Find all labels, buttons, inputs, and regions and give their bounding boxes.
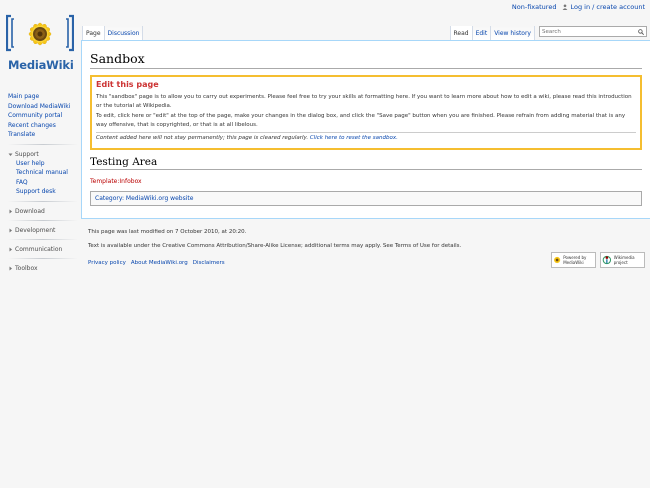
portal-download-label: Download [15,207,45,215]
notice-text: Content added here will not stay permane… [96,135,309,141]
main-content: Sandbox Edit this page This "sandbox" pa… [81,40,650,219]
login-link[interactable]: Log in / create account [562,3,645,11]
template-link[interactable]: Template:Infobox [90,178,642,185]
page-title: Sandbox [90,51,642,69]
portal-development-label: Development [15,226,56,234]
sidebar-navigation: Main page Download MediaWiki Community p… [8,92,78,140]
box-paragraph-2: To edit, click here or "edit" at the top… [96,113,626,128]
sidebar: Main page Download MediaWiki Community p… [8,92,78,273]
user-icon [563,4,568,10]
about-link[interactable]: About MediaWiki.org [131,260,188,266]
powered-by-mediawiki-badge[interactable]: Powered by MediaWiki [551,252,596,268]
tab-edit[interactable]: Edit [472,26,492,40]
box-notice: Content added here will not stay permane… [96,132,636,143]
view-tabs: Read Edit View history [449,26,535,40]
disclaimers-link[interactable]: Disclaimers [193,260,225,266]
tab-view-history[interactable]: View history [491,26,535,40]
portal-development-toggle[interactable]: Development [8,226,78,235]
portal-toolbox: Toolbox [8,264,78,273]
sidebar-divider [8,200,78,202]
notifications-link[interactable]: Non-fixatured [512,3,557,11]
sidebar-item-faq[interactable]: FAQ [8,178,78,188]
box-paragraph-1: This "sandbox" page is to allow you to c… [96,94,632,109]
portal-support-label: Support [15,150,39,158]
sidebar-item-translate[interactable]: Translate [8,130,78,140]
sidebar-item-user-help[interactable]: User help [8,159,78,169]
chevron-right-icon [9,247,12,251]
footer-license: Text is available under the Creative Com… [88,243,462,249]
wikimedia-project-badge[interactable]: Wikimedia project [600,252,645,268]
badge-1-label: Powered by MediaWiki [563,255,587,265]
sidebar-divider [8,257,78,259]
sidebar-divider [8,238,78,240]
search-icon[interactable] [638,29,644,35]
chevron-right-icon [9,266,12,270]
sidebar-item-community[interactable]: Community portal [8,111,78,121]
search-input[interactable] [540,27,632,36]
footer-last-modified: This page was last modified on 7 October… [88,229,247,235]
tab-page[interactable]: Page [82,26,105,40]
sidebar-item-download[interactable]: Download MediaWiki [8,102,78,112]
personal-tools: Non-fixatured Log in / create account [512,3,645,11]
badge-2-label: Wikimedia project [613,255,635,265]
sidebar-item-support-desk[interactable]: Support desk [8,187,78,197]
sunflower-icon [5,14,75,52]
portal-support: Support User help Technical manual FAQ S… [8,150,78,197]
chevron-right-icon [9,209,12,213]
portal-toolbox-toggle[interactable]: Toolbox [8,264,78,273]
portal-communication-label: Communication [15,245,63,253]
chevron-down-icon [8,153,13,156]
category-link[interactable]: Category: MediaWiki.org website [95,195,193,202]
portal-development: Development [8,226,78,235]
site-logo[interactable]: MediaWiki [5,10,75,72]
portal-download: Download [8,207,78,216]
portal-support-toggle[interactable]: Support [8,150,78,159]
box-heading: Edit this page [96,80,159,89]
sidebar-item-technical-manual[interactable]: Technical manual [8,168,78,178]
tab-read[interactable]: Read [449,26,473,40]
reset-sandbox-link[interactable]: Click here to reset the sandbox. [310,135,398,141]
sidebar-item-recent-changes[interactable]: Recent changes [8,121,78,131]
portal-download-toggle[interactable]: Download [8,207,78,216]
mediawiki-icon [554,256,561,264]
footer-icons: Powered by MediaWiki Wikimedia project [551,252,645,268]
search-box [539,26,647,37]
portal-communication: Communication [8,245,78,254]
sandbox-notice-box: Edit this page This "sandbox" page is to… [90,75,642,150]
section-heading: Testing Area [90,156,642,170]
wikimedia-icon [602,255,612,265]
sidebar-divider [8,219,78,221]
sidebar-item-main-page[interactable]: Main page [8,92,78,102]
login-label: Log in / create account [570,3,645,11]
privacy-policy-link[interactable]: Privacy policy [88,260,126,266]
namespace-tabs: Page Discussion [82,26,144,40]
tab-discussion[interactable]: Discussion [104,26,144,40]
chevron-right-icon [9,228,12,232]
logo-wordmark: MediaWiki [8,58,74,72]
sidebar-divider [8,143,78,145]
portal-communication-toggle[interactable]: Communication [8,245,78,254]
portal-toolbox-label: Toolbox [15,264,38,272]
category-links: Category: MediaWiki.org website [90,191,642,206]
